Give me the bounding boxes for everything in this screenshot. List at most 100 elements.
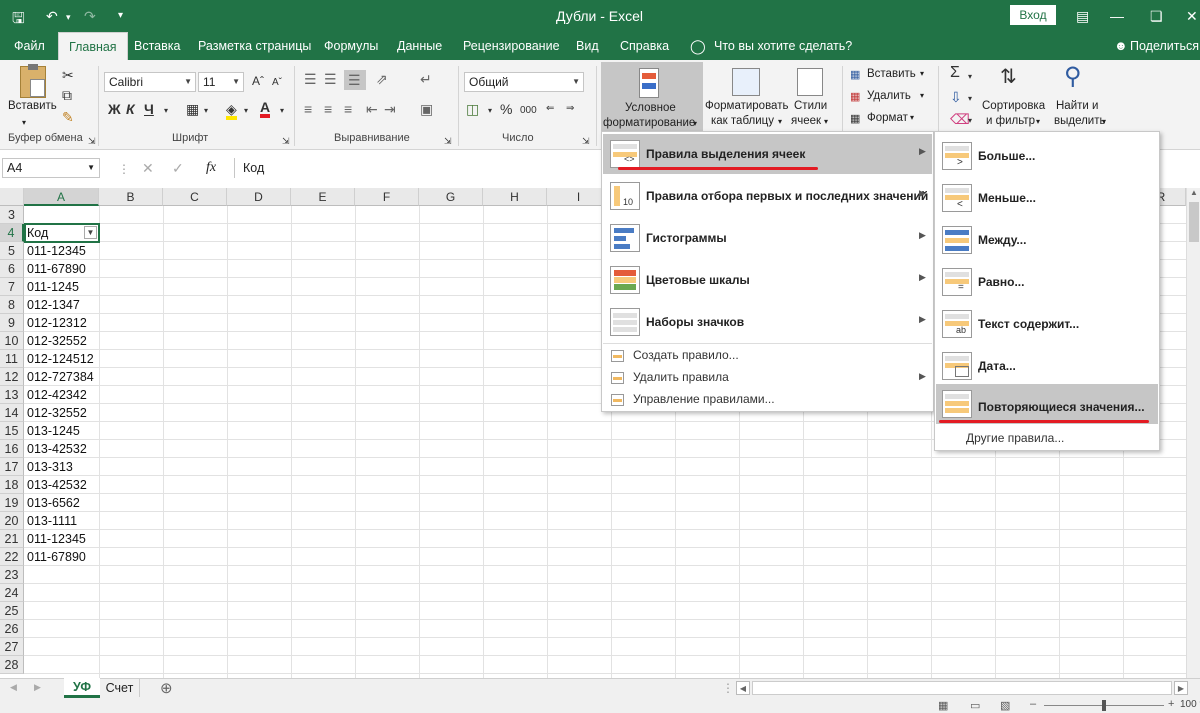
- row-header-28[interactable]: 28: [0, 656, 24, 674]
- conditional-formatting-button[interactable]: Условное форматирование ▾: [601, 62, 703, 132]
- column-header-g[interactable]: G: [419, 188, 483, 206]
- sort-filter-label-1[interactable]: Сортировка: [982, 100, 1045, 112]
- login-button[interactable]: Вход: [1010, 5, 1056, 25]
- font-color-dropdown-icon[interactable]: ▾: [280, 104, 284, 118]
- redo-icon[interactable]: ↷: [84, 8, 96, 25]
- submenu-item-less-than[interactable]: < Меньше...: [936, 178, 1158, 218]
- cell-a4[interactable]: Код: [27, 224, 48, 242]
- format-as-table-icon[interactable]: [732, 68, 760, 96]
- cell-a8[interactable]: 012-1347: [27, 296, 80, 314]
- next-sheet-icon[interactable]: ▶: [34, 682, 41, 693]
- font-color-icon[interactable]: A: [260, 100, 271, 118]
- vertical-scrollbar[interactable]: ▲: [1186, 188, 1200, 678]
- currency-icon[interactable]: ◫: [466, 102, 479, 116]
- scroll-up-icon[interactable]: ▲: [1190, 188, 1198, 197]
- menu-item-top-bottom-rules[interactable]: 10 Правила отбора первых и последних зна…: [603, 176, 932, 216]
- splitter-icon[interactable]: ⋮: [722, 681, 734, 695]
- menu-item-manage-rules[interactable]: Управление правилами...: [603, 389, 932, 411]
- tab-formulas[interactable]: Формулы: [324, 32, 378, 60]
- cell-styles-label-2[interactable]: ячеек: [791, 115, 821, 127]
- zoom-out-icon[interactable]: –: [1030, 698, 1036, 710]
- insert-function-button[interactable]: fx: [206, 160, 216, 176]
- number-format-box[interactable]: Общий ▼: [464, 72, 584, 92]
- tab-insert[interactable]: Вставка: [134, 32, 180, 60]
- thousands-button[interactable]: 000: [520, 104, 537, 118]
- undo-icon[interactable]: ↶: [46, 8, 58, 25]
- format-button[interactable]: Формат: [867, 112, 908, 124]
- italic-button[interactable]: К: [126, 102, 135, 116]
- page-layout-view-icon[interactable]: ▭: [970, 699, 980, 712]
- page-break-view-icon[interactable]: ▧: [1000, 699, 1010, 712]
- bold-button[interactable]: Ж: [108, 102, 121, 116]
- row-header-6[interactable]: 6: [0, 260, 24, 278]
- decrease-decimal-icon[interactable]: ⇒: [566, 102, 574, 116]
- menu-item-new-rule[interactable]: Создать правило...: [603, 345, 932, 367]
- row-header-8[interactable]: 8: [0, 296, 24, 314]
- cell-a15[interactable]: 013-1245: [27, 422, 80, 440]
- save-icon[interactable]: 🖫: [12, 8, 25, 33]
- row-header-13[interactable]: 13: [0, 386, 24, 404]
- row-header-15[interactable]: 15: [0, 422, 24, 440]
- row-header-11[interactable]: 11: [0, 350, 24, 368]
- scroll-left-icon[interactable]: ◀: [736, 681, 750, 695]
- normal-view-icon[interactable]: ▦: [938, 699, 948, 712]
- cancel-icon[interactable]: ✕: [142, 160, 154, 177]
- delete-button[interactable]: Удалить: [867, 90, 911, 102]
- grow-font-icon[interactable]: Aˆ: [252, 74, 264, 88]
- insert-cells-icon[interactable]: ▦: [850, 68, 860, 82]
- horizontal-scrollbar[interactable]: [752, 681, 1172, 695]
- row-header-10[interactable]: 10: [0, 332, 24, 350]
- paste-button[interactable]: Вставить: [8, 100, 57, 112]
- submenu-item-between[interactable]: Между...: [936, 220, 1158, 260]
- sort-filter-icon[interactable]: ⇅: [1000, 66, 1017, 88]
- cell-a22[interactable]: 011-67890: [27, 548, 86, 566]
- add-sheet-icon[interactable]: ⊕: [160, 679, 173, 697]
- cell-a19[interactable]: 013-6562: [27, 494, 80, 512]
- cell-a17[interactable]: 013-313: [27, 458, 73, 476]
- format-painter-icon[interactable]: ✎: [62, 110, 74, 124]
- cell-a18[interactable]: 013-42532: [27, 476, 87, 494]
- row-header-17[interactable]: 17: [0, 458, 24, 476]
- row-header-9[interactable]: 9: [0, 314, 24, 332]
- row-header-3[interactable]: 3: [0, 206, 24, 224]
- tab-home[interactable]: Главная: [58, 32, 128, 60]
- autosum-icon[interactable]: Σ: [950, 65, 960, 81]
- enter-icon[interactable]: ✓: [172, 160, 184, 177]
- tab-view[interactable]: Вид: [576, 32, 599, 60]
- align-middle-icon[interactable]: ☰: [324, 72, 337, 86]
- align-bottom-icon[interactable]: ☰: [344, 70, 366, 90]
- scroll-thumb[interactable]: [1189, 202, 1199, 242]
- cell-a14[interactable]: 012-32552: [27, 404, 87, 422]
- sheet-tab-uf[interactable]: УФ: [64, 678, 100, 698]
- submenu-item-date[interactable]: Дата...: [936, 346, 1158, 386]
- font-name-box[interactable]: Calibri ▼: [104, 72, 196, 92]
- find-select-label-1[interactable]: Найти и: [1056, 100, 1098, 112]
- sort-filter-label-2[interactable]: и фильтр: [986, 115, 1035, 127]
- clear-dropdown-icon[interactable]: ▾: [968, 114, 972, 128]
- increase-indent-icon[interactable]: ⇥: [384, 102, 396, 116]
- borders-dropdown-icon[interactable]: ▾: [204, 104, 208, 118]
- close-icon[interactable]: ✕: [1186, 8, 1198, 25]
- row-header-5[interactable]: 5: [0, 242, 24, 260]
- cell-a9[interactable]: 012-12312: [27, 314, 87, 332]
- autosum-dropdown-icon[interactable]: ▾: [968, 70, 972, 84]
- row-header-12[interactable]: 12: [0, 368, 24, 386]
- alignment-launcher-icon[interactable]: ⇲: [444, 134, 452, 148]
- tab-review[interactable]: Рецензирование: [463, 32, 560, 60]
- percent-button[interactable]: %: [500, 102, 512, 116]
- row-header-20[interactable]: 20: [0, 512, 24, 530]
- row-header-18[interactable]: 18: [0, 476, 24, 494]
- cell-styles-label-1[interactable]: Стили: [794, 100, 827, 112]
- cell-styles-icon[interactable]: [797, 68, 823, 96]
- format-cells-icon[interactable]: ▦: [850, 112, 860, 126]
- column-header-h[interactable]: H: [483, 188, 547, 206]
- submenu-item-equal-to[interactable]: = Равно...: [936, 262, 1158, 302]
- row-header-21[interactable]: 21: [0, 530, 24, 548]
- wrap-text-icon[interactable]: ↵: [420, 72, 432, 86]
- number-launcher-icon[interactable]: ⇲: [582, 134, 590, 148]
- align-right-icon[interactable]: ≡: [344, 102, 352, 116]
- search-icon[interactable]: ⚲: [1064, 64, 1082, 90]
- cell-a11[interactable]: 012-124512: [27, 350, 94, 368]
- share-button[interactable]: Поделиться: [1130, 32, 1199, 60]
- submenu-item-text-contains[interactable]: ab Текст содержит...: [936, 304, 1158, 344]
